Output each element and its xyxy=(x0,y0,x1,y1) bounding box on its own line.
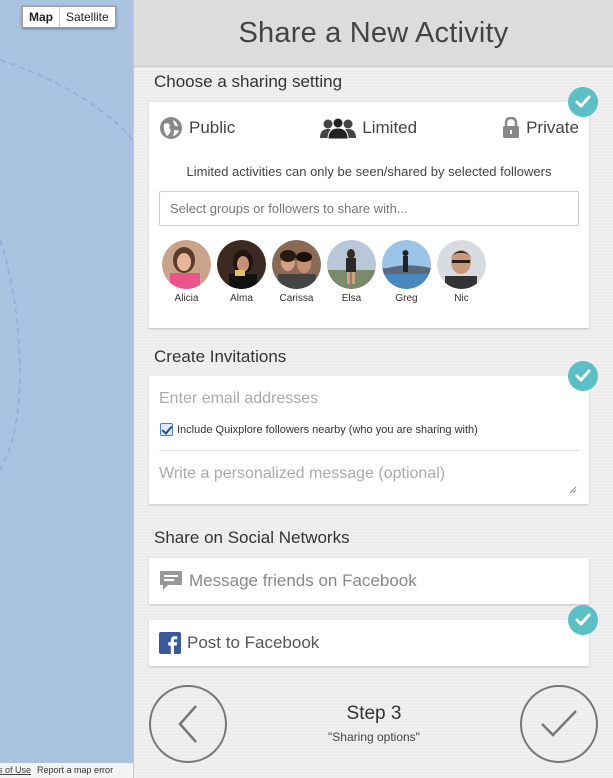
follower-item[interactable]: Nic xyxy=(434,240,489,304)
map-type-satellite-button[interactable]: Satellite xyxy=(60,7,115,27)
invitations-heading: Create Invitations xyxy=(154,347,287,366)
follower-name: Alicia xyxy=(174,293,199,304)
follower-name: Elsa xyxy=(341,293,362,304)
invitations-complete-check-icon xyxy=(568,361,598,391)
avatar xyxy=(382,240,431,289)
share-activity-panel: Share a New Activity Choose a sharing se… xyxy=(133,0,613,778)
map-footer: ns of Use Report a map error xyxy=(0,763,133,778)
page-title: Share a New Activity xyxy=(238,16,509,49)
map-roads xyxy=(0,59,133,471)
avatar xyxy=(162,240,211,289)
chevron-left-icon xyxy=(178,705,197,743)
sharing-setting-heading: Choose a sharing setting xyxy=(154,72,343,91)
follower-item[interactable]: Alma xyxy=(214,240,269,304)
follower-name: Carissa xyxy=(279,293,314,304)
sharing-option-private-label: Private xyxy=(526,118,579,137)
email-addresses-input[interactable]: Enter email addresses xyxy=(149,376,589,408)
avatar xyxy=(327,240,376,289)
include-followers-checkbox[interactable] xyxy=(160,423,173,436)
post-facebook-card: Post to Facebook xyxy=(149,620,589,666)
map-type-map-button[interactable]: Map xyxy=(23,7,60,27)
follower-name: Alma xyxy=(230,293,253,304)
finish-button[interactable] xyxy=(520,685,598,763)
followers-search-input[interactable] xyxy=(159,191,579,226)
message-friends-card: Message friends on Facebook xyxy=(149,558,589,604)
resize-handle-icon[interactable] xyxy=(569,486,577,494)
step-name: "Sharing options" xyxy=(328,730,420,744)
chat-bubble-icon xyxy=(159,570,183,592)
avatar xyxy=(272,240,321,289)
sharing-option-limited-label: Limited xyxy=(362,118,418,137)
follower-name: Nic xyxy=(454,293,469,304)
facebook-icon xyxy=(159,632,181,654)
sharing-description: Limited activities can only be seen/shar… xyxy=(186,164,552,179)
sharing-setting-card: Public Limited Private Limited activitie… xyxy=(149,102,589,328)
follower-list: Alicia Alma Carissa Elsa Greg Nic xyxy=(149,226,589,304)
facebook-complete-check-icon xyxy=(568,605,598,635)
globe-icon xyxy=(159,116,183,140)
follower-item[interactable]: Carissa xyxy=(269,240,324,304)
report-map-error-link[interactable]: Report a map error xyxy=(34,763,116,778)
personalized-message-textarea[interactable]: Write a personalized message (optional) xyxy=(149,451,589,483)
sharing-complete-check-icon xyxy=(568,87,598,117)
group-icon xyxy=(320,117,357,139)
follower-item[interactable]: Alicia xyxy=(159,240,214,304)
follower-item[interactable]: Greg xyxy=(379,240,434,304)
map-area[interactable]: Map Satellite ns of Use Report a map err… xyxy=(0,0,133,778)
sharing-option-limited[interactable]: Limited xyxy=(320,117,417,139)
message-friends-facebook-button[interactable]: Message friends on Facebook xyxy=(149,558,589,604)
terms-of-use-link[interactable]: ns of Use xyxy=(0,763,34,778)
avatar xyxy=(217,240,266,289)
step-number: Step 3 xyxy=(346,703,402,724)
sharing-option-public-label: Public xyxy=(189,118,236,137)
sharing-option-private[interactable]: Private xyxy=(502,117,579,139)
include-followers-label: Include Quixplore followers nearby (who … xyxy=(177,423,478,436)
follower-name: Greg xyxy=(395,293,418,304)
back-button[interactable] xyxy=(149,685,227,763)
panel-header: Share a New Activity xyxy=(134,0,613,67)
message-friends-facebook-label: Message friends on Facebook xyxy=(189,571,417,590)
include-followers-option[interactable]: Include Quixplore followers nearby (who … xyxy=(149,408,589,436)
invitations-card: Enter email addresses Include Quixplore … xyxy=(149,376,589,504)
checkmark-icon xyxy=(541,710,577,737)
post-to-facebook-label: Post to Facebook xyxy=(187,633,320,652)
sharing-options: Public Limited Private xyxy=(149,102,589,154)
map-type-toggle: Map Satellite xyxy=(22,6,116,28)
follower-item[interactable]: Elsa xyxy=(324,240,379,304)
post-to-facebook-button[interactable]: Post to Facebook xyxy=(149,620,589,666)
step-indicator: Step 3 "Sharing options" xyxy=(324,703,424,744)
social-networks-heading: Share on Social Networks xyxy=(154,528,350,547)
sharing-option-public[interactable]: Public xyxy=(159,116,235,140)
lock-icon xyxy=(502,117,520,139)
avatar xyxy=(437,240,486,289)
